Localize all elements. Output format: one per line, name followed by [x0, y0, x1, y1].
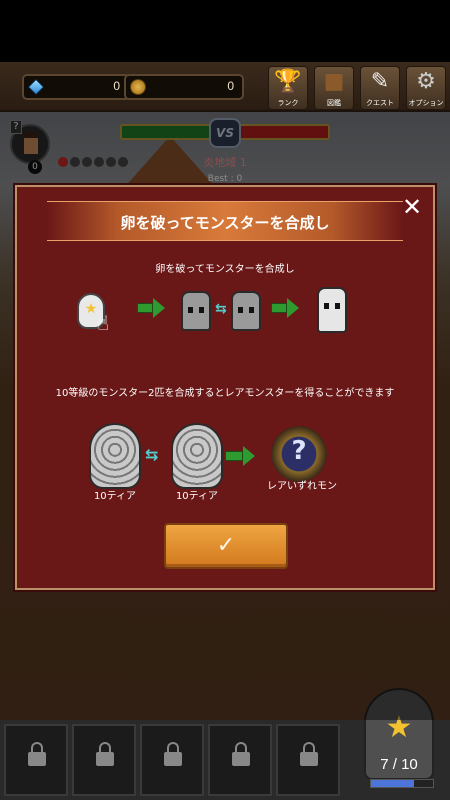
- rank-label: ランク: [277, 99, 299, 107]
- coin-counter[interactable]: 0: [124, 74, 244, 100]
- book-button[interactable]: ■ 図鑑: [314, 66, 354, 110]
- egg-progress-bar: [370, 779, 434, 788]
- trophy-icon: 🏆: [274, 69, 302, 94]
- arrow-head-icon: [153, 298, 165, 318]
- tier10-egg-icon: [89, 423, 141, 489]
- status-bar: [0, 0, 450, 62]
- inventory-slot[interactable]: [72, 724, 136, 796]
- inventory-slot[interactable]: [276, 724, 340, 796]
- monster-icon: [231, 291, 261, 331]
- merge-swap-icon: ⇆: [215, 301, 227, 317]
- modal-title: 卵を破ってモンスターを合成し: [120, 214, 330, 232]
- lock-icon: [28, 742, 46, 766]
- option-button[interactable]: ⚙ オプション: [406, 66, 446, 110]
- step2-caption: 10等級のモンスター2匹を合成するとレアモンスターを得ることができます: [55, 388, 395, 399]
- close-button[interactable]: ✕: [399, 195, 425, 221]
- quest-label: クエスト: [366, 99, 394, 107]
- arrow-head-icon: [243, 446, 255, 466]
- merged-monster-icon: [317, 287, 347, 333]
- tap-hand-icon: ☝: [97, 311, 110, 335]
- inventory-slot[interactable]: [140, 724, 204, 796]
- top-bar: 0 0 🏆 ランク ■ 図鑑 ✎ クエスト ⚙ オプション: [0, 62, 450, 112]
- tier10-egg-icon: [171, 423, 223, 489]
- gem-icon: [28, 79, 44, 95]
- arrow-icon: [271, 303, 287, 313]
- tier-label-right: 10ティア: [175, 491, 219, 502]
- question-icon: ?: [291, 436, 307, 466]
- arrow-head-icon: [287, 298, 299, 318]
- arrow-icon: [225, 451, 243, 461]
- rare-monster-icon: ?: [269, 424, 329, 484]
- arrow-icon: [137, 303, 153, 313]
- lock-icon: [164, 742, 182, 766]
- scroll-icon: ✎: [370, 69, 390, 94]
- tier-label-left: 10ティア: [93, 491, 137, 502]
- inventory-slot[interactable]: [208, 724, 272, 796]
- monster-icon: [181, 291, 211, 331]
- lock-icon: [300, 742, 318, 766]
- modal-title-bar: 卵を破ってモンスターを合成し: [47, 201, 403, 241]
- rank-button[interactable]: 🏆 ランク: [268, 66, 308, 110]
- gem-counter[interactable]: 0: [22, 74, 130, 100]
- egg-count: 7 / 10: [380, 756, 418, 773]
- gem-count: 0: [113, 79, 120, 93]
- lock-icon: [96, 742, 114, 766]
- book-label: 図鑑: [327, 99, 341, 107]
- tutorial-modal: 卵を破ってモンスターを合成し ✕ 卵を破ってモンスターを合成し ★ ☝ ⇆ 10…: [15, 185, 435, 590]
- check-icon: ✓: [216, 533, 236, 558]
- confirm-button[interactable]: ✓: [164, 523, 288, 569]
- rare-monster-label: レアいずれモン: [267, 481, 337, 492]
- merge-swap-icon: ⇆: [145, 445, 159, 464]
- inventory-slot[interactable]: [4, 724, 68, 796]
- coin-icon: [130, 79, 146, 95]
- lock-icon: [232, 742, 250, 766]
- gear-icon: ⚙: [416, 69, 436, 94]
- quest-button[interactable]: ✎ クエスト: [360, 66, 400, 110]
- option-label: オプション: [408, 99, 444, 107]
- book-icon: ■: [323, 69, 345, 94]
- step1-caption: 卵を破ってモンスターを合成し: [155, 264, 295, 275]
- coin-count: 0: [227, 79, 234, 93]
- egg-progress-fill: [371, 780, 415, 787]
